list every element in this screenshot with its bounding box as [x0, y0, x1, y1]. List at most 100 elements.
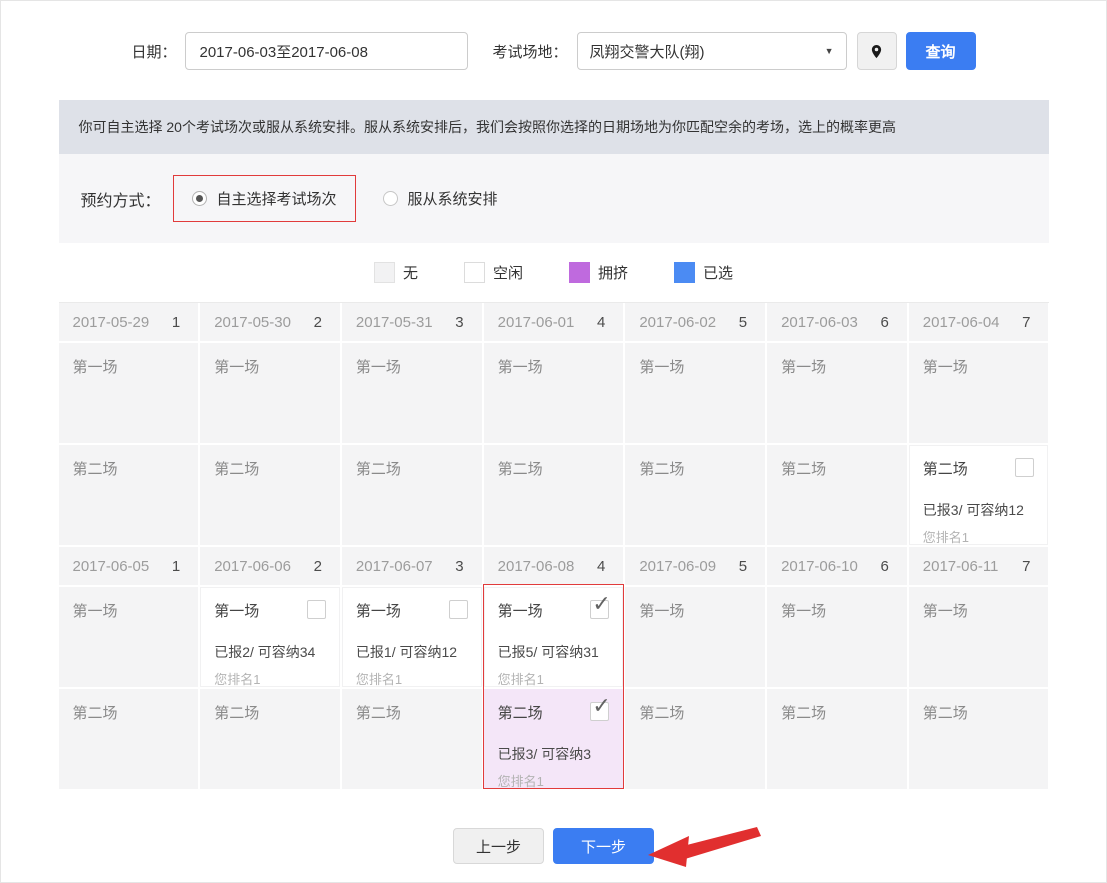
legend-swatch: [373, 262, 395, 283]
day-column: 2017-06-07 3 第一场 已报1/ 可容纳12 您排名1 第二场: [341, 547, 482, 789]
day-date: 2017-06-02: [639, 313, 717, 331]
day-column: 2017-06-10 6 第一场 第二场: [767, 547, 907, 789]
day-header: 2017-06-08 4: [483, 547, 624, 585]
day-date: 2017-05-30: [214, 313, 291, 331]
session-cell: 第二场: [200, 689, 340, 789]
day-header: 2017-05-30 2: [200, 303, 340, 341]
session-cell: 第一场: [58, 587, 199, 687]
date-range-input[interactable]: [185, 32, 469, 70]
day-column: 2017-06-03 6 第一场 第二场: [767, 303, 907, 545]
session-cell-top: 第二场: [639, 458, 751, 479]
session-cell[interactable]: 第二场 ✓ 已报3/ 可容纳3 您排名1: [483, 689, 624, 789]
session-cell: 第一场: [908, 587, 1049, 687]
session-cell-top: 第一场: [498, 356, 610, 377]
session-cell-top: 第一场: [639, 600, 751, 621]
location-button[interactable]: [856, 32, 897, 70]
day-column: 2017-06-09 5 第一场 第二场: [625, 547, 766, 789]
session-cell: 第一场: [767, 587, 907, 687]
session-checkbox[interactable]: [1015, 458, 1035, 477]
session-cell-top: 第一场: [214, 600, 326, 621]
session-name: 第一场: [639, 359, 685, 376]
next-step-wrap: 下一步: [553, 827, 762, 867]
session-checkbox[interactable]: ✓: [590, 591, 611, 619]
session-cell: 第二场: [625, 445, 766, 545]
session-cell-top: 第一场: [639, 356, 751, 377]
session-cell-top: 第一场: [73, 356, 185, 377]
radio-option-system-assign[interactable]: 服从系统安排: [382, 188, 498, 209]
session-name: 第二场: [922, 461, 968, 478]
session-cell-top: 第二场: [781, 702, 893, 723]
day-number: 2: [313, 313, 322, 331]
chevron-down-icon: ▼: [824, 46, 834, 56]
session-cell-top: 第一场: [781, 356, 893, 377]
session-cell: 第二场: [58, 689, 199, 789]
day-number: 6: [880, 313, 889, 331]
session-cell: 第一场: [908, 343, 1049, 443]
session-cell: 第二场: [341, 445, 482, 545]
session-cell: 第一场: [58, 343, 199, 443]
session-cell: 第二场: [58, 445, 199, 545]
session-checkbox[interactable]: ✓: [590, 693, 611, 721]
date-label: 日期：: [131, 43, 177, 61]
session-cell: 第一场: [200, 343, 340, 443]
session-enrolled: 已报3/ 可容纳12: [922, 502, 1024, 518]
session-cell: 第一场: [341, 343, 482, 443]
session-cell[interactable]: 第二场已报3/ 可容纳12 您排名1: [908, 445, 1049, 545]
session-rank: 您排名1: [497, 672, 544, 687]
venue-select[interactable]: 凤翔交警大队(翔) ▼: [576, 32, 847, 70]
calendar-week: 2017-05-29 1 第一场 第二场 2017-05-30 2 第一场 第二…: [58, 303, 1049, 545]
session-name: 第一场: [781, 603, 827, 620]
day-column: 2017-05-30 2 第一场 第二场: [200, 303, 340, 545]
session-cell-top: 第一场: [356, 356, 468, 377]
radio-unselected-icon[interactable]: [382, 191, 398, 206]
session-cell-top: 第二场: [639, 702, 751, 723]
legend-swatch: [463, 262, 485, 283]
day-number: 7: [1022, 557, 1031, 575]
booking-method-label: 预约方式：: [80, 192, 161, 210]
session-checkbox[interactable]: [448, 600, 468, 619]
session-enrolled: 已报3/ 可容纳3: [497, 746, 591, 762]
session-cell: 第二场: [200, 445, 340, 545]
day-header: 2017-06-05 1: [58, 547, 199, 585]
session-name: 第二场: [214, 461, 260, 478]
calendar-week: 2017-06-05 1 第一场 第二场 2017-06-06 2 第一场 已报2…: [58, 547, 1049, 789]
session-calendar: 2017-05-29 1 第一场 第二场 2017-05-30 2 第一场 第二…: [58, 302, 1049, 789]
radio-option-label: 服从系统安排: [407, 191, 498, 208]
session-name: 第一场: [355, 359, 401, 376]
session-name: 第一场: [922, 359, 968, 376]
session-cell: 第一场: [625, 343, 766, 443]
radio-option-self-select[interactable]: 自主选择考试场次: [172, 175, 356, 222]
next-step-button[interactable]: 下一步: [553, 828, 655, 864]
session-cell: 第一场: [483, 343, 624, 443]
session-cell[interactable]: 第一场 已报2/ 可容纳34 您排名1: [200, 587, 340, 687]
day-column: 2017-05-29 1 第一场 第二场: [58, 303, 199, 545]
session-cell: 第二场: [767, 689, 907, 789]
day-date: 2017-06-04: [922, 313, 1000, 331]
check-icon: ✓: [592, 693, 611, 718]
radio-selected-icon[interactable]: [191, 191, 207, 206]
day-date: 2017-05-31: [355, 313, 433, 331]
day-date: 2017-06-01: [497, 313, 575, 331]
session-cell-top: 第二场: [781, 458, 893, 479]
session-cell-top: 第二场: [923, 702, 1035, 723]
session-cell-top: 第一场: [923, 356, 1035, 377]
day-header: 2017-05-29 1: [58, 303, 199, 341]
session-checkbox[interactable]: [306, 600, 326, 619]
legend-label: 已选: [703, 265, 734, 282]
session-cell: 第二场: [483, 445, 624, 545]
session-cell[interactable]: 第一场 ✓ 已报5/ 可容纳31 您排名1: [483, 587, 624, 687]
day-header: 2017-06-10 6: [767, 547, 907, 585]
day-number: 1: [171, 557, 181, 575]
day-column: 2017-06-04 7 第一场 第二场 已报3/ 可容纳12 您排名1: [908, 303, 1049, 545]
session-cell-top: 第二场: [73, 702, 185, 723]
query-button[interactable]: 查询: [905, 32, 976, 70]
day-column: 2017-06-08 4 第一场 ✓ 已报5/ 可容纳31 您排名1 第二场 ✓ 已报3…: [483, 547, 624, 789]
session-cell[interactable]: 第一场 已报1/ 可容纳12 您排名1: [341, 587, 482, 687]
session-name: 第二场: [497, 705, 543, 722]
session-name: 第一场: [639, 603, 685, 620]
previous-step-button[interactable]: 上一步: [452, 828, 544, 864]
day-header: 2017-06-01 4: [483, 303, 624, 341]
session-rank: 您排名1: [922, 530, 970, 545]
day-header: 2017-06-09 5: [625, 547, 766, 585]
session-cell: 第二场: [767, 445, 907, 545]
